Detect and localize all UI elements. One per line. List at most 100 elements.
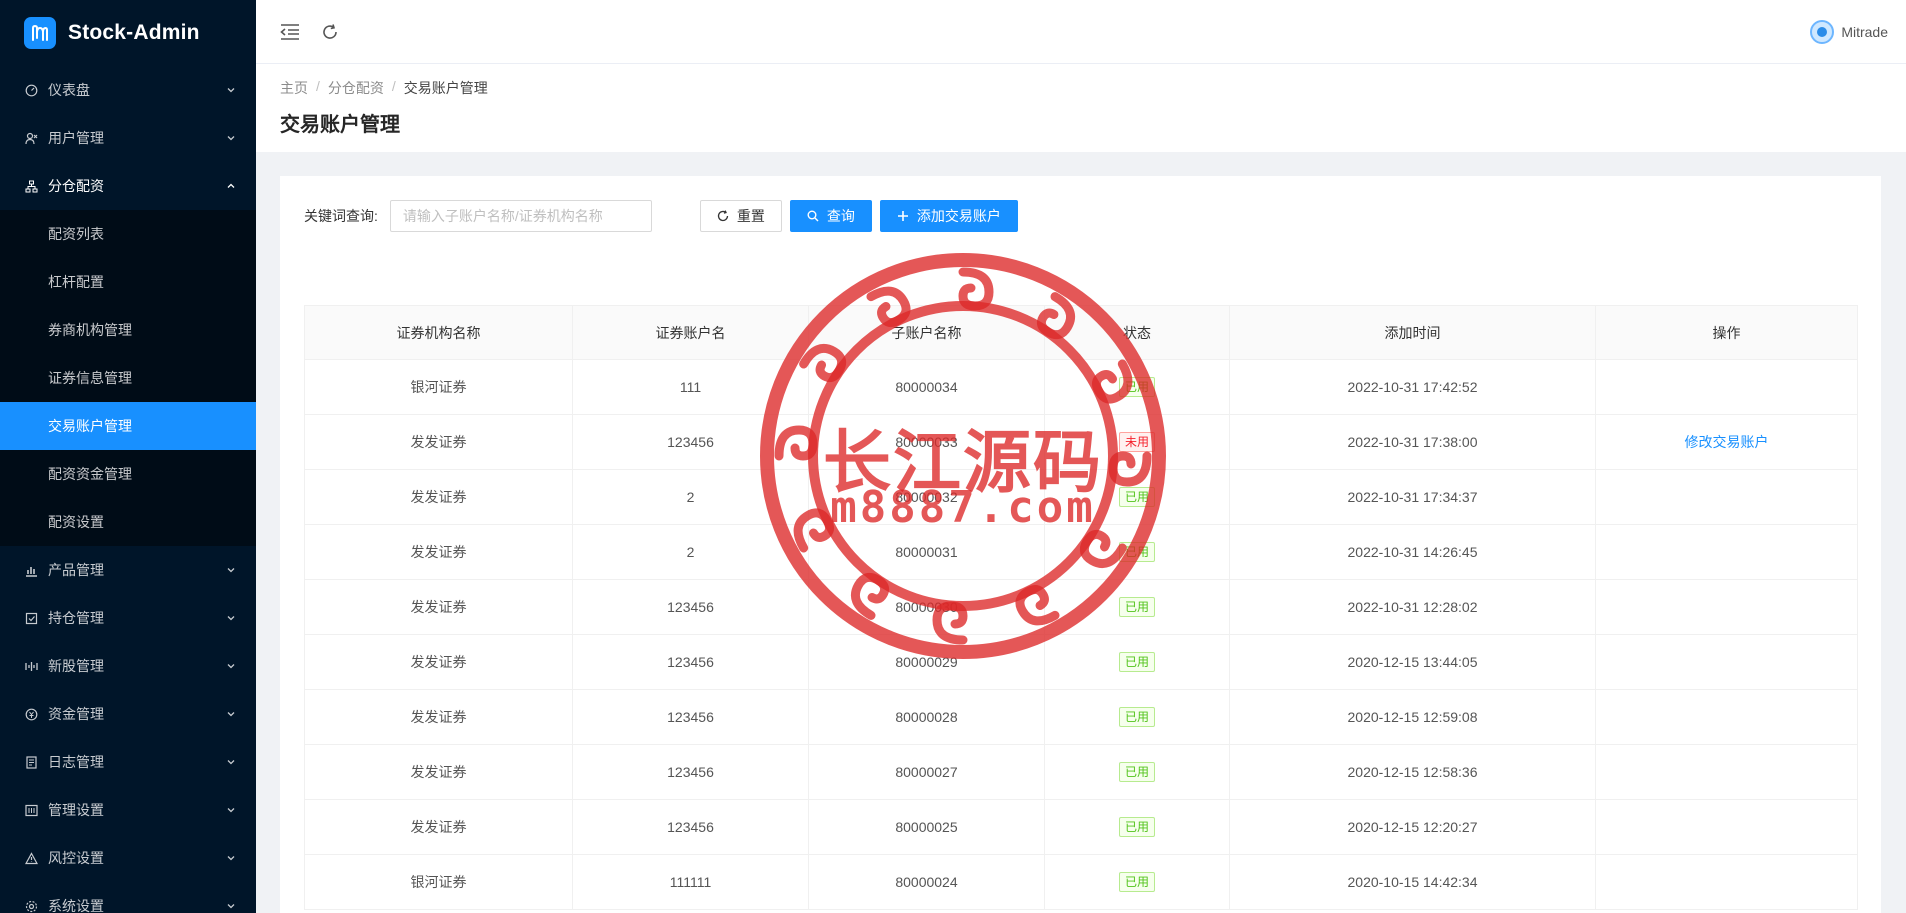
cell-account: 111111 [572, 854, 809, 910]
submenu-item-2[interactable]: 券商机构管理 [0, 306, 256, 354]
breadcrumb-home[interactable]: 主页 [280, 78, 308, 98]
sidebar-item-9[interactable]: 风控设置 [0, 834, 256, 882]
money-icon [24, 707, 38, 721]
column-header-broker: 证券机构名称 [304, 305, 573, 360]
column-header-status: 状态 [1044, 305, 1230, 360]
sidebar: Stock-Admin 仪表盘 用户管理 分仓配资 配资列表 杠杆配置 券商机构… [0, 0, 256, 913]
sidebar-item-10[interactable]: 系统设置 [0, 882, 256, 913]
edit-account-link[interactable]: 修改交易账户 [1685, 434, 1769, 450]
cell-time: 2020-12-15 12:20:27 [1229, 799, 1596, 855]
status-badge: 已用 [1118, 487, 1155, 507]
submenu-item-5[interactable]: 配资资金管理 [0, 450, 256, 498]
submenu-item-1[interactable]: 杠杆配置 [0, 258, 256, 306]
cell-account: 123456 [572, 799, 809, 855]
table-row: 发发证券 123456 80000030 已用 2022-10-31 12:28… [304, 579, 1858, 635]
cell-broker: 发发证券 [304, 799, 573, 855]
cell-action: 修改交易账户 [1595, 414, 1858, 470]
submenu-item-label: 券商机构管理 [48, 322, 132, 338]
cell-time: 2022-10-31 17:34:37 [1229, 469, 1596, 525]
cell-status: 已用 [1044, 634, 1230, 690]
sidebar-item-0[interactable]: 仪表盘 [0, 66, 256, 114]
chevron-down-icon [226, 85, 236, 95]
submenu-item-4[interactable]: 交易账户管理 [0, 402, 256, 450]
status-badge: 已用 [1118, 872, 1155, 892]
submenu-item-6[interactable]: 配资设置 [0, 498, 256, 546]
logo[interactable]: Stock-Admin [0, 0, 256, 66]
status-badge: 已用 [1118, 597, 1155, 617]
sidebar-item-label: 资金管理 [48, 706, 104, 722]
cell-broker: 发发证券 [304, 414, 573, 470]
sidebar-item-label: 用户管理 [48, 130, 104, 146]
sidebar-item-3[interactable]: 产品管理 [0, 546, 256, 594]
breadcrumb: 主页 / 分仓配资 / 交易账户管理 [280, 64, 1906, 98]
breadcrumb-section[interactable]: 分仓配资 [328, 78, 384, 98]
breadcrumb-current: 交易账户管理 [403, 80, 488, 96]
cell-sub-account: 80000025 [808, 799, 1045, 855]
chevron-up-icon [226, 181, 236, 191]
cell-time: 2020-12-15 12:59:08 [1229, 689, 1596, 745]
cell-account: 111 [572, 359, 809, 415]
add-account-button[interactable]: 添加交易账户 [879, 200, 1018, 232]
sidebar-item-1[interactable]: 用户管理 [0, 114, 256, 162]
search-form: 关键词查询: 重置 查询 添加交易账户 [304, 200, 1018, 232]
cell-sub-account: 80000027 [808, 744, 1045, 800]
search-input[interactable] [389, 200, 652, 232]
cell-sub-account: 80000033 [808, 414, 1045, 470]
sidebar-item-2[interactable]: 分仓配资 [0, 162, 256, 210]
page-title: 交易账户管理 [280, 114, 400, 136]
query-button[interactable]: 查询 [789, 200, 872, 232]
table-row: 发发证券 123456 80000029 已用 2020-12-15 13:44… [304, 634, 1858, 690]
cell-action [1595, 799, 1858, 855]
table-header-row: 证券机构名称 证券账户名 子账户名称 状态 添加时间 操作 [304, 305, 1858, 360]
breadcrumb-separator: / [316, 78, 320, 94]
table-row: 发发证券 2 80000032 已用 2022-10-31 17:34:37 [304, 469, 1858, 525]
reset-button[interactable]: 重置 [699, 200, 782, 232]
cell-action [1595, 689, 1858, 745]
position-icon [24, 611, 38, 625]
sidebar-item-label: 管理设置 [48, 802, 104, 818]
cell-sub-account: 80000028 [808, 689, 1045, 745]
submenu-item-label: 配资列表 [48, 226, 104, 242]
menu-fold-icon[interactable] [278, 20, 302, 44]
chevron-down-icon [226, 757, 236, 767]
sidebar-item-7[interactable]: 日志管理 [0, 738, 256, 786]
cell-sub-account: 80000032 [808, 469, 1045, 525]
cell-account: 123456 [572, 744, 809, 800]
cell-broker: 发发证券 [304, 689, 573, 745]
cell-status: 未用 [1044, 414, 1230, 470]
submenu-item-3[interactable]: 证券信息管理 [0, 354, 256, 402]
sidebar-item-8[interactable]: 管理设置 [0, 786, 256, 834]
cell-account: 123456 [572, 579, 809, 635]
cell-sub-account: 80000029 [808, 634, 1045, 690]
refresh-icon[interactable] [318, 20, 342, 44]
submenu-item-0[interactable]: 配资列表 [0, 210, 256, 258]
cell-broker: 银河证券 [304, 854, 573, 910]
submenu: 配资列表 杠杆配置 券商机构管理 证券信息管理 交易账户管理 配资资金管理 配资… [0, 210, 256, 546]
sidebar-item-label: 风控设置 [48, 850, 104, 866]
cell-account: 2 [572, 524, 809, 580]
chevron-down-icon [226, 901, 236, 911]
user-icon [24, 131, 38, 145]
cell-account: 123456 [572, 689, 809, 745]
sidebar-item-label: 系统设置 [48, 898, 104, 913]
table-row: 发发证券 123456 80000033 未用 2022-10-31 17:38… [304, 414, 1858, 470]
sidebar-item-6[interactable]: 资金管理 [0, 690, 256, 738]
cell-status: 已用 [1044, 799, 1230, 855]
log-icon [24, 755, 38, 769]
status-badge: 已用 [1118, 762, 1155, 782]
status-badge: 已用 [1118, 817, 1155, 837]
sidebar-item-5[interactable]: 新股管理 [0, 642, 256, 690]
avatar [1810, 20, 1835, 44]
cell-action [1595, 524, 1858, 580]
user-menu[interactable]: Mitrade [1810, 20, 1888, 44]
cell-sub-account: 80000034 [808, 359, 1045, 415]
chart-icon [24, 563, 38, 577]
reset-label: 重置 [736, 208, 765, 224]
sidebar-item-label: 仪表盘 [48, 82, 90, 98]
sidebar-item-4[interactable]: 持仓管理 [0, 594, 256, 642]
logo-icon [24, 17, 56, 49]
breadcrumb-separator: / [391, 78, 396, 94]
submenu-item-label: 配资资金管理 [48, 466, 132, 482]
table-row: 发发证券 123456 80000028 已用 2020-12-15 12:59… [304, 689, 1858, 745]
accounts-table: 证券机构名称 证券账户名 子账户名称 状态 添加时间 操作 银河证券 111 8… [304, 305, 1858, 910]
